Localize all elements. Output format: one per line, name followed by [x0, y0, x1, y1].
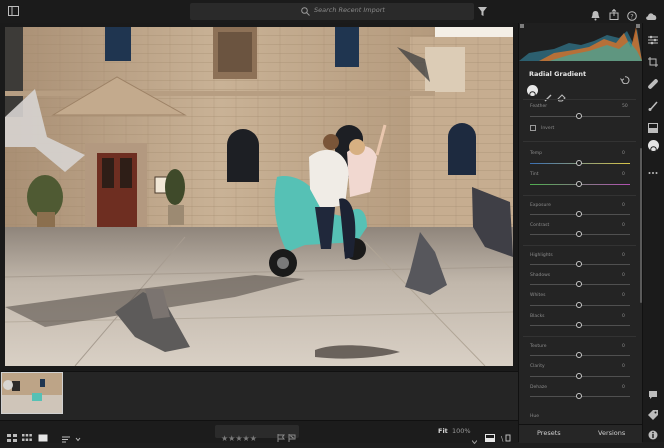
feather-value[interactable]: 50 [622, 104, 628, 109]
search-field[interactable]: Search Recent Import [190, 3, 474, 20]
panel-divider [523, 336, 636, 337]
brush-tool-icon[interactable] [544, 87, 552, 102]
blacks-label: Blacks [530, 314, 545, 319]
zoom-chevron-icon[interactable] [471, 429, 478, 445]
share-icon[interactable] [609, 5, 619, 20]
notifications-bell-icon[interactable] [591, 6, 600, 21]
svg-text:\: \ [501, 435, 504, 442]
filmstrip [0, 371, 518, 420]
tint-slider-handle[interactable] [576, 181, 582, 187]
texture-label: Texture [530, 344, 547, 349]
texture-slider-handle[interactable] [576, 352, 582, 358]
star-rating[interactable]: ★★★★★ [221, 426, 257, 445]
contrast-slider-handle[interactable] [576, 231, 582, 237]
blacks-value[interactable]: 0 [622, 314, 625, 319]
contrast-value[interactable]: 0 [622, 223, 625, 228]
feather-slider-handle[interactable] [576, 113, 582, 119]
search-placeholder: Search Recent Import [314, 6, 385, 14]
linear-gradient-icon[interactable] [648, 118, 658, 133]
more-options-icon[interactable] [648, 160, 658, 174]
dehaze-value[interactable]: 0 [622, 385, 625, 390]
sort-menu-icon[interactable] [62, 428, 82, 443]
edit-sliders-icon[interactable] [648, 30, 658, 45]
panel-divider [523, 195, 636, 196]
exposure-slider-handle[interactable] [576, 211, 582, 217]
main-photo[interactable] [5, 27, 513, 366]
texture-value[interactable]: 0 [622, 344, 625, 349]
exposure-value[interactable]: 0 [622, 203, 625, 208]
highlight-clipping-icon[interactable] [636, 24, 640, 28]
dehaze-slider-handle[interactable] [576, 393, 582, 399]
healing-bandage-icon[interactable] [648, 74, 658, 89]
clarity-value[interactable]: 0 [622, 364, 625, 369]
search-icon [301, 7, 310, 16]
tint-value[interactable]: 0 [622, 172, 625, 177]
pick-flag-icon[interactable] [277, 427, 285, 442]
photo-grid-view-icon[interactable] [7, 427, 17, 442]
clarity-slider-handle[interactable] [576, 373, 582, 379]
brush-icon[interactable] [648, 96, 658, 111]
reset-masking-icon[interactable] [620, 69, 630, 85]
detail-view-icon[interactable] [38, 427, 48, 442]
before-after-icon[interactable]: \ [501, 427, 511, 443]
panel-divider [523, 99, 636, 100]
highlights-label: Highlights [530, 253, 553, 258]
reject-flag-icon[interactable] [288, 427, 296, 442]
panel-divider [523, 141, 636, 142]
keywords-tag-icon[interactable] [648, 405, 658, 420]
comments-icon[interactable] [648, 385, 658, 399]
info-icon[interactable] [648, 425, 658, 440]
filter-icon[interactable] [478, 7, 487, 16]
blacks-slider-handle[interactable] [576, 322, 582, 328]
temp-value[interactable]: 0 [622, 151, 625, 156]
tab-versions[interactable]: Versions [598, 429, 625, 437]
invert-label: Invert [541, 126, 555, 131]
hue-label: Hue [530, 414, 540, 419]
radial-gradient-icon[interactable] [648, 140, 659, 153]
crop-icon[interactable] [648, 52, 658, 67]
shadows-slider-handle[interactable] [576, 281, 582, 287]
histogram [519, 23, 642, 61]
clarity-label: Clarity [530, 364, 545, 369]
shadows-value[interactable]: 0 [622, 273, 625, 278]
contrast-label: Contrast [530, 223, 550, 228]
filmstrip-thumbnail[interactable] [1, 372, 63, 414]
whites-value[interactable]: 0 [622, 293, 625, 298]
temp-slider-handle[interactable] [576, 160, 582, 166]
eraser-tool-icon[interactable] [557, 87, 566, 102]
highlights-slider-handle[interactable] [576, 261, 582, 267]
invert-checkbox[interactable] [530, 125, 536, 131]
tab-presets[interactable]: Presets [537, 429, 561, 437]
square-grid-view-icon[interactable] [22, 427, 32, 441]
whites-slider-handle[interactable] [576, 302, 582, 308]
panel-divider [523, 245, 636, 246]
help-icon[interactable]: ? [627, 6, 637, 21]
radial-mask-tool-icon[interactable] [527, 85, 538, 98]
feather-label: Feather [530, 104, 548, 109]
cloud-sync-icon[interactable] [645, 6, 658, 20]
highlights-value[interactable]: 0 [622, 253, 625, 258]
shadow-clipping-icon[interactable] [520, 24, 524, 28]
dehaze-label: Dehaze [530, 385, 547, 390]
tint-label: Tint [530, 172, 539, 177]
compare-view-icon[interactable] [485, 427, 495, 442]
temp-label: Temp [530, 151, 542, 156]
fit-zoom-button[interactable]: Fit [438, 427, 448, 435]
sidebar-toggle-icon[interactable] [8, 6, 19, 16]
exposure-label: Exposure [530, 203, 551, 208]
whites-label: Whites [530, 293, 546, 298]
shadows-label: Shadows [530, 273, 551, 278]
svg-text:?: ? [630, 13, 633, 21]
zoom-level[interactable]: 100% [452, 427, 471, 435]
panel-title: Radial Gradient [529, 70, 587, 78]
